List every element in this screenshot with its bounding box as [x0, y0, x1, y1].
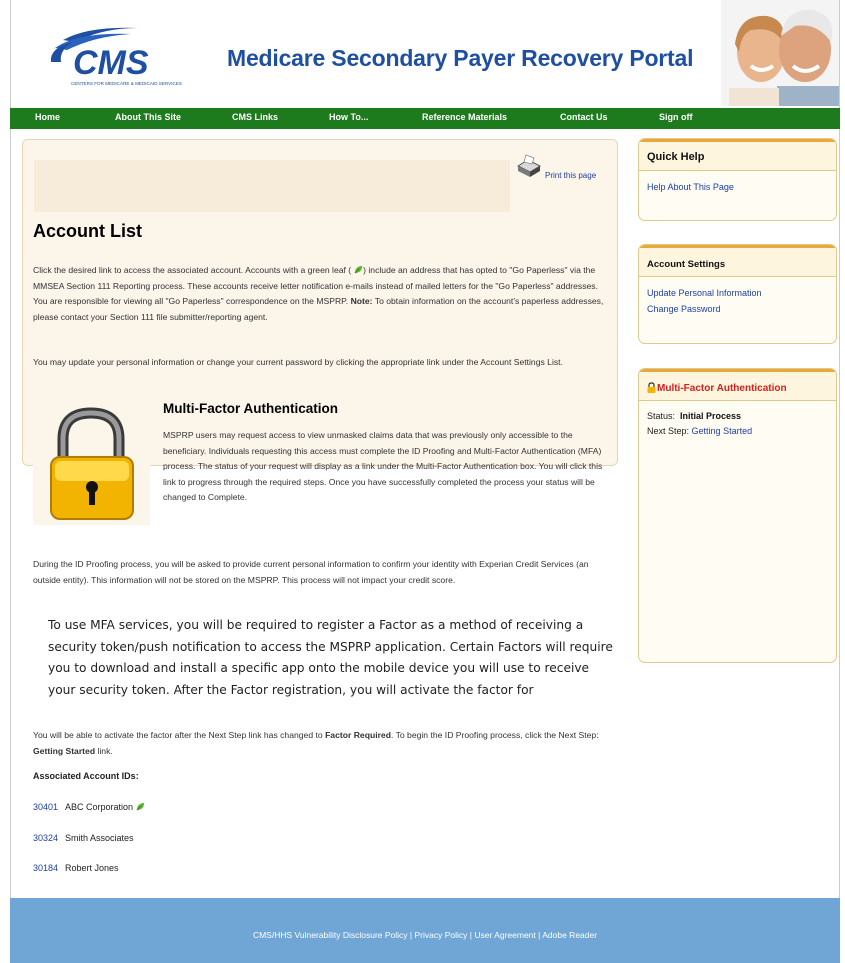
nav-sign-off[interactable]: Sign off [659, 112, 693, 122]
factor-required-text: Factor Required [325, 730, 391, 740]
associated-accounts-label: Associated Account IDs: [33, 771, 139, 781]
header: CMS CENTERS FOR MEDICARE & MEDICAID SERV… [10, 0, 840, 108]
logo-subtext: CENTERS FOR MEDICARE & MEDICAID SERVICES [71, 81, 182, 86]
status-label: Status: [647, 411, 676, 421]
print-area [34, 160, 510, 212]
mfa-box-title: Multi-Factor Authentication [657, 383, 787, 394]
activate-text-1: You will be able to activate the factor … [33, 730, 326, 740]
settings-paragraph: You may update your personal information… [33, 357, 563, 367]
activate-text-2: . To begin the ID Proofing process, clic… [390, 730, 599, 740]
couple-photo [721, 0, 839, 106]
nav-about[interactable]: About This Site [115, 112, 181, 122]
intro-text-1: Click the desired link to access the ass… [33, 265, 352, 275]
note-label: Note: [350, 296, 373, 306]
activate-factor-paragraph: You will be able to activate the factor … [33, 728, 613, 759]
status-value: Initial Process [680, 411, 742, 421]
printer-icon[interactable] [514, 152, 542, 180]
id-proofing-paragraph: During the ID Proofing process, you will… [33, 559, 589, 585]
mfa-status-box: Multi-Factor Authentication Status: Init… [638, 368, 837, 663]
next-step-label: Next Step: [647, 426, 690, 436]
account-settings-title: Account Settings [639, 245, 836, 277]
page-title: Account List [33, 221, 143, 241]
green-leaf-icon [136, 802, 145, 811]
small-lock-icon [647, 382, 656, 393]
next-step-link[interactable]: Getting Started [692, 426, 753, 436]
quick-help-title: Quick Help [639, 139, 836, 171]
account-row: 30324 Smith Associates [33, 833, 134, 843]
print-page-link[interactable]: Print this page [545, 171, 596, 180]
account-id-link[interactable]: 30401 [33, 802, 58, 812]
activate-text-3: link. [95, 745, 113, 756]
account-row: 30184 Robert Jones [33, 863, 119, 873]
vulnerability-policy-link[interactable]: CMS/HHS Vulnerability Disclosure Policy [253, 930, 408, 940]
cms-logo[interactable]: CMS CENTERS FOR MEDICARE & MEDICAID SERV… [33, 22, 183, 88]
nav-how-to[interactable]: How To... [329, 112, 368, 122]
privacy-policy-link[interactable]: Privacy Policy [415, 930, 468, 940]
mfa-services-paragraph: To use MFA services, you will be require… [48, 618, 613, 697]
account-row: 30401 ABC Corporation [33, 802, 145, 812]
change-password-link[interactable]: Change Password [647, 304, 721, 314]
padlock-icon [33, 403, 150, 525]
getting-started-text: Getting Started [33, 745, 96, 756]
nav-cms-links[interactable]: CMS Links [232, 112, 278, 122]
footer-separator: | [407, 930, 415, 940]
green-leaf-icon [354, 264, 363, 274]
account-name: Robert Jones [65, 863, 119, 873]
quick-help-box: Quick Help Help About This Page [638, 138, 837, 221]
user-agreement-link[interactable]: User Agreement [474, 930, 535, 940]
intro-paragraph: Click the desired link to access the ass… [33, 263, 613, 325]
nav-reference-materials[interactable]: Reference Materials [422, 112, 507, 122]
mfa-heading: Multi-Factor Authentication [163, 401, 338, 416]
account-id-link[interactable]: 30324 [33, 833, 58, 843]
nav-home[interactable]: Home [35, 112, 60, 122]
help-about-page-link[interactable]: Help About This Page [647, 182, 734, 192]
adobe-reader-link[interactable]: Adobe Reader [542, 930, 597, 940]
account-settings-box: Account Settings Update Personal Informa… [638, 244, 837, 344]
portal-title: Medicare Secondary Payer Recovery Portal [227, 45, 694, 71]
mfa-paragraph: MSPRP users may request access to view u… [163, 430, 603, 502]
footer: CMS/HHS Vulnerability Disclosure Policy … [10, 898, 840, 963]
update-personal-info-link[interactable]: Update Personal Information [647, 288, 762, 298]
main-nav: Home About This Site CMS Links How To...… [10, 108, 840, 129]
nav-contact-us[interactable]: Contact Us [560, 112, 608, 122]
footer-links: CMS/HHS Vulnerability Disclosure Policy … [10, 930, 840, 940]
account-name: Smith Associates [65, 833, 134, 843]
account-name: ABC Corporation [65, 802, 134, 812]
account-id-link[interactable]: 30184 [33, 863, 58, 873]
mfa-box-header: Multi-Factor Authentication [639, 369, 836, 401]
logo-text: CMS [73, 44, 149, 82]
